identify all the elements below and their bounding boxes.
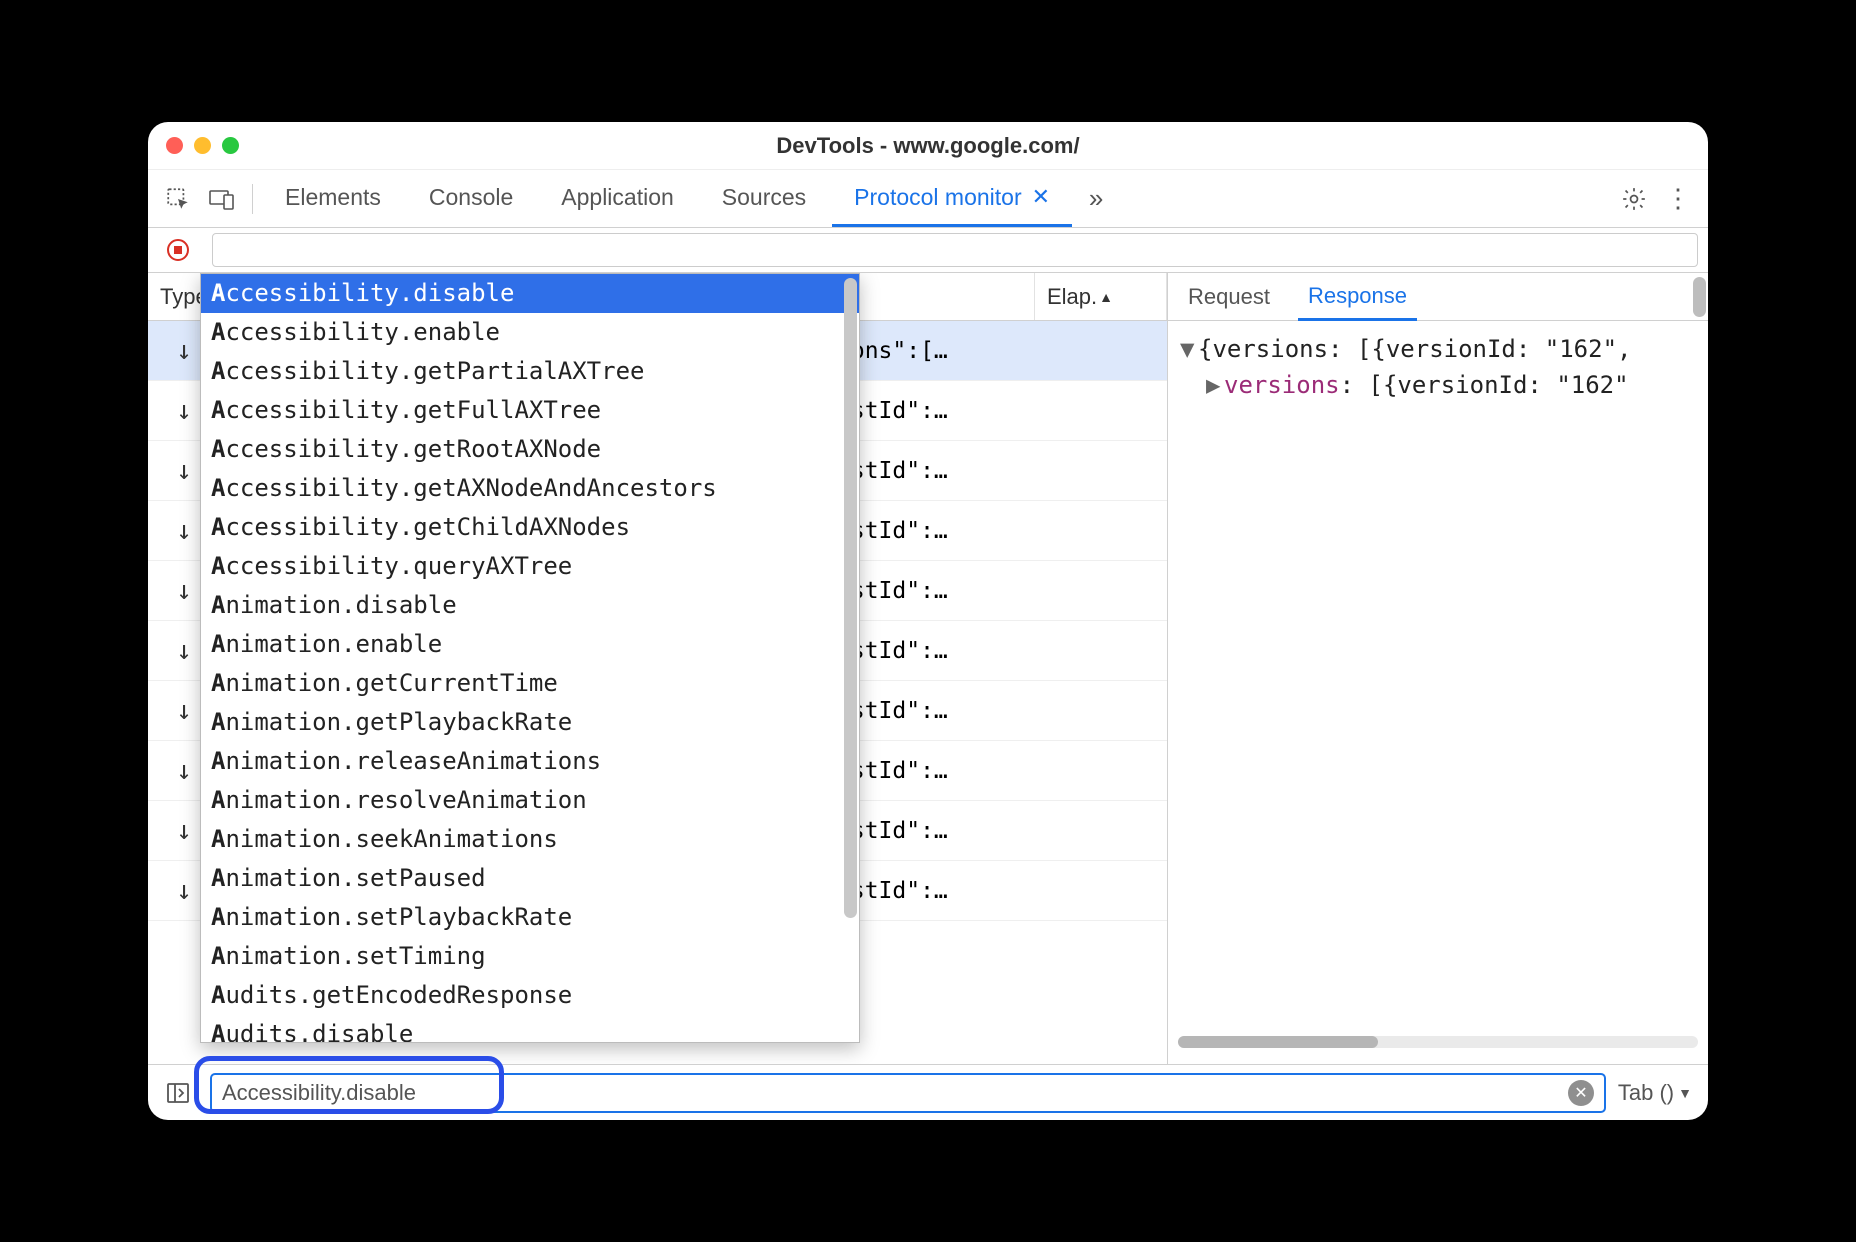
scrollbar-thumb[interactable] [1693,277,1706,317]
tab-console[interactable]: Console [407,170,535,227]
more-tabs-icon[interactable]: » [1076,179,1116,219]
tab-application[interactable]: Application [539,170,696,227]
autocomplete-item[interactable]: Animation.getPlaybackRate [201,703,859,742]
autocomplete-item[interactable]: Audits.disable [201,1015,859,1042]
autocomplete-item[interactable]: Animation.setPlaybackRate [201,898,859,937]
elapsed-cell [1035,561,1167,620]
devtools-window: DevTools - www.google.com/ Elements Cons… [148,122,1708,1120]
autocomplete-item[interactable]: Animation.getCurrentTime [201,664,859,703]
command-input[interactable] [222,1080,1568,1106]
panel-tabbar: Elements Console Application Sources Pro… [148,170,1708,228]
elapsed-cell [1035,801,1167,860]
horizontal-scrollbar[interactable] [1178,1036,1698,1048]
elapsed-cell [1035,501,1167,560]
close-window-button[interactable] [166,137,183,154]
tab-response[interactable]: Response [1298,273,1417,321]
filter-bar [148,228,1708,273]
autocomplete-item[interactable]: Accessibility.getRootAXNode [201,430,859,469]
autocomplete-item[interactable]: Animation.resolveAnimation [201,781,859,820]
autocomplete-item[interactable]: Accessibility.enable [201,313,859,352]
tab-sources[interactable]: Sources [700,170,828,227]
elapsed-cell [1035,741,1167,800]
inspect-element-icon[interactable] [158,179,198,219]
elapsed-cell [1035,861,1167,920]
traffic-lights [166,137,239,154]
filter-input[interactable] [212,233,1698,267]
disclosure-open-icon[interactable]: ▼ [1180,331,1198,367]
clear-input-icon[interactable]: ✕ [1568,1080,1594,1106]
elapsed-cell [1035,681,1167,740]
autocomplete-item[interactable]: Animation.setPaused [201,859,859,898]
response-tree[interactable]: ▼{versions: [{versionId: "162", ▶version… [1168,321,1708,413]
minimize-window-button[interactable] [194,137,211,154]
autocomplete-item[interactable]: Accessibility.getChildAXNodes [201,508,859,547]
settings-gear-icon[interactable] [1614,179,1654,219]
toggle-sidebar-icon[interactable] [158,1073,198,1113]
device-toolbar-icon[interactable] [202,179,242,219]
autocomplete-item[interactable]: Animation.releaseAnimations [201,742,859,781]
autocomplete-popup[interactable]: Accessibility.disableAccessibility.enabl… [200,273,860,1043]
command-input-wrap: ✕ [210,1073,1606,1113]
autocomplete-item[interactable]: Animation.disable [201,586,859,625]
elapsed-cell [1035,441,1167,500]
record-button-icon[interactable] [158,230,198,270]
autocomplete-item[interactable]: Accessibility.getFullAXTree [201,391,859,430]
kebab-menu-icon[interactable]: ⋮ [1658,179,1698,219]
chevron-down-icon: ▼ [1678,1085,1692,1101]
autocomplete-item[interactable]: Accessibility.getPartialAXTree [201,352,859,391]
elapsed-cell [1035,621,1167,680]
detail-tabs: Request Response [1168,273,1708,321]
elapsed-cell [1035,321,1167,380]
tab-elements[interactable]: Elements [263,170,403,227]
autocomplete-item[interactable]: Animation.enable [201,625,859,664]
zoom-window-button[interactable] [222,137,239,154]
disclosure-closed-icon[interactable]: ▶ [1206,367,1224,403]
autocomplete-item[interactable]: Accessibility.queryAXTree [201,547,859,586]
elapsed-cell [1035,381,1167,440]
sort-asc-icon: ▲ [1099,289,1113,305]
main-area: Type se Elap.▲ ↓ions":[…↓estId":…↓estId"… [148,273,1708,1064]
autocomplete-item[interactable]: Accessibility.disable [201,274,859,313]
tab-request[interactable]: Request [1178,274,1280,319]
key-hint[interactable]: Tab () ▼ [1618,1080,1698,1106]
tab-protocol-monitor[interactable]: Protocol monitor ✕ [832,170,1072,227]
messages-panel: Type se Elap.▲ ↓ions":[…↓estId":…↓estId"… [148,273,1168,1064]
details-panel: Request Response ▼{versions: [{versionId… [1168,273,1708,1064]
window-title: DevTools - www.google.com/ [148,133,1708,159]
autocomplete-item[interactable]: Accessibility.getAXNodeAndAncestors [201,469,859,508]
autocomplete-item[interactable]: Animation.seekAnimations [201,820,859,859]
scrollbar-thumb[interactable] [844,278,857,918]
autocomplete-item[interactable]: Audits.getEncodedResponse [201,976,859,1015]
divider [252,184,253,214]
titlebar: DevTools - www.google.com/ [148,122,1708,170]
scrollbar-thumb[interactable] [1178,1036,1378,1048]
autocomplete-item[interactable]: Animation.setTiming [201,937,859,976]
command-bar: ✕ Tab () ▼ [148,1064,1708,1120]
close-tab-icon[interactable]: ✕ [1032,184,1050,210]
col-elapsed[interactable]: Elap.▲ [1035,273,1167,320]
